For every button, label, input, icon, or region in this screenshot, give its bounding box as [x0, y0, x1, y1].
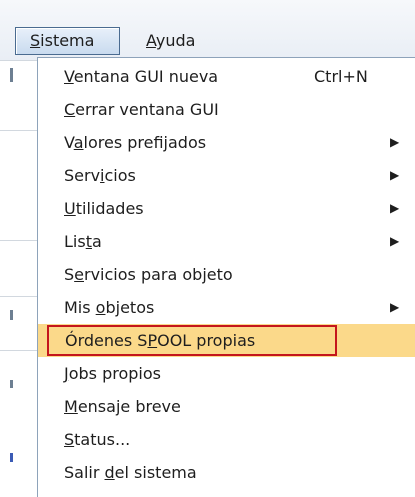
- menu-ayuda-label: Ayuda: [146, 31, 196, 50]
- menu-item-shortcut: Ctrl+N: [314, 67, 368, 86]
- menu-item-jobs-propios[interactable]: Jobs propios: [38, 357, 415, 390]
- menu-item-lista[interactable]: Lista ▶: [38, 225, 415, 258]
- menu-item-label: Mensaje breve: [64, 397, 181, 416]
- menu-item-label: Mis objetos: [64, 298, 155, 317]
- menu-item-servicios[interactable]: Servicios ▶: [38, 159, 415, 192]
- submenu-arrow-icon: ▶: [390, 201, 400, 215]
- sistema-dropdown-menu: Ventana GUI nueva Ctrl+N Cerrar ventana …: [37, 57, 415, 497]
- menu-item-label: Valores prefijados: [64, 133, 207, 152]
- menu-item-label: Servicios: [64, 166, 136, 185]
- menu-bar: Sistema Ayuda: [0, 0, 415, 60]
- menu-item-mensaje-breve[interactable]: Mensaje breve: [38, 390, 415, 423]
- background-fragment: [10, 453, 13, 462]
- menu-ayuda[interactable]: Ayuda: [146, 27, 195, 55]
- menu-item-label: Lista: [64, 232, 102, 251]
- menu-item-servicios-para-objeto[interactable]: Servicios para objeto: [38, 258, 415, 291]
- background-window-edge: [0, 60, 37, 497]
- background-divider: [0, 60, 37, 61]
- menu-sistema-label: Sistema: [30, 31, 95, 50]
- menu-item-mis-objetos[interactable]: Mis objetos ▶: [38, 291, 415, 324]
- menu-item-label: Status...: [64, 430, 131, 449]
- menu-item-label: Salir del sistema: [64, 463, 197, 482]
- menu-item-label: Órdenes SPOOL propias: [65, 331, 256, 350]
- menu-item-label: Servicios para objeto: [64, 265, 233, 284]
- menu-item-ordenes-spool-propias[interactable]: Órdenes SPOOL propias: [38, 324, 415, 357]
- menu-item-label: Jobs propios: [64, 364, 161, 383]
- background-divider: [0, 130, 37, 131]
- background-divider: [0, 350, 37, 351]
- submenu-arrow-icon: ▶: [390, 234, 400, 248]
- menu-item-salir-del-sistema[interactable]: Salir del sistema: [38, 456, 415, 489]
- submenu-arrow-icon: ▶: [390, 135, 400, 149]
- menu-item-valores-prefijados[interactable]: Valores prefijados ▶: [38, 126, 415, 159]
- menu-sistema[interactable]: Sistema: [15, 27, 120, 55]
- background-divider: [0, 240, 37, 241]
- background-divider: [0, 296, 37, 297]
- background-fragment: [10, 68, 13, 82]
- submenu-arrow-icon: ▶: [390, 168, 400, 182]
- menu-item-label: Utilidades: [64, 199, 144, 218]
- menu-item-cerrar-ventana-gui[interactable]: Cerrar ventana GUI: [38, 93, 415, 126]
- menu-item-ventana-gui-nueva[interactable]: Ventana GUI nueva Ctrl+N: [38, 60, 415, 93]
- submenu-arrow-icon: ▶: [390, 300, 400, 314]
- menu-item-label: Ventana GUI nueva: [64, 67, 219, 86]
- menu-item-utilidades[interactable]: Utilidades ▶: [38, 192, 415, 225]
- menu-item-label: Cerrar ventana GUI: [64, 100, 219, 119]
- background-fragment: [10, 380, 13, 388]
- background-fragment: [10, 310, 13, 320]
- menu-item-status[interactable]: Status...: [38, 423, 415, 456]
